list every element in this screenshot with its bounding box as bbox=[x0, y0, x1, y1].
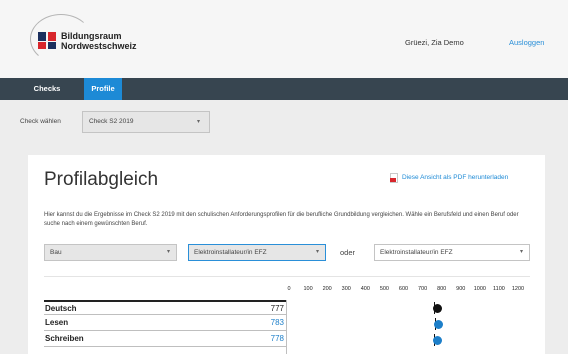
row-score: 777 bbox=[270, 304, 284, 313]
scale-tick-label: 1100 bbox=[492, 286, 505, 292]
row-score-link[interactable]: 783 bbox=[271, 318, 284, 327]
chevron-down-icon: ▾ bbox=[316, 249, 320, 255]
scale-tick-label: 1200 bbox=[511, 286, 525, 292]
top-header: Bildungsraum Nordwestschweiz Grüezi, Zia… bbox=[0, 0, 568, 78]
row-label: Lesen bbox=[45, 318, 69, 327]
scale-tick-label: 800 bbox=[437, 286, 447, 292]
scale-tick-label: 200 bbox=[322, 286, 332, 292]
logo-line-2: Nordwestschweiz bbox=[61, 41, 137, 51]
job-search-select[interactable]: Elektroinstallateur/in EFZ ▾ bbox=[374, 244, 530, 261]
check-select-dropdown[interactable]: Check S2 2019 ▾ bbox=[82, 111, 210, 133]
intro-text: Hier kannst du die Ergebnisse im Check S… bbox=[44, 212, 519, 227]
chevron-down-icon: ▾ bbox=[520, 249, 524, 255]
score-marker-dot[interactable] bbox=[434, 320, 444, 329]
score-marker-dot[interactable] bbox=[433, 336, 443, 345]
check-select-value: Check S2 2019 bbox=[89, 118, 134, 125]
scale-tick-label: 600 bbox=[398, 286, 409, 292]
scale-tick-label: 0 bbox=[287, 286, 291, 292]
row-score-link[interactable]: 778 bbox=[271, 334, 284, 343]
score-marker-dot[interactable] bbox=[433, 304, 443, 313]
table-row-schreiben[interactable]: Schreiben 778 bbox=[44, 332, 286, 347]
job-select-value: Elektroinstallateur/in EFZ bbox=[194, 249, 267, 256]
job-search-value: Elektroinstallateur/in EFZ bbox=[380, 249, 453, 256]
or-label: oder bbox=[340, 248, 356, 257]
check-selector-label: Check wählen bbox=[20, 118, 61, 125]
row-label: Deutsch bbox=[45, 304, 77, 313]
field-select-value: Bau bbox=[50, 249, 62, 256]
chevron-down-icon: ▾ bbox=[197, 119, 201, 125]
page-title: Profilabgleich bbox=[44, 169, 159, 190]
tab-profile[interactable]: Profile bbox=[84, 78, 122, 100]
main-nav: Checks Profile bbox=[0, 78, 568, 100]
logo-text: Bildungsraum Nordwestschweiz bbox=[61, 31, 137, 51]
scale-tick-label: 700 bbox=[417, 286, 428, 292]
scale-tick-label: 400 bbox=[360, 286, 370, 292]
user-greeting: Grüezi, Zia Demo bbox=[405, 38, 464, 47]
chevron-down-icon: ▾ bbox=[167, 249, 171, 255]
profile-comparison-card: Profilabgleich Diese Ansicht als PDF her… bbox=[28, 155, 545, 354]
bildungsraum-logo[interactable]: Bildungsraum Nordwestschweiz bbox=[30, 14, 160, 64]
row-label: Schreiben bbox=[45, 334, 84, 343]
scale-tick-label: 300 bbox=[341, 286, 351, 292]
divider bbox=[44, 276, 530, 277]
table-row-lesen[interactable]: Lesen 783 bbox=[44, 316, 286, 331]
logout-link[interactable]: Ausloggen bbox=[509, 38, 544, 47]
logo-line-1: Bildungsraum bbox=[61, 31, 122, 41]
pdf-download-label: Diese Ansicht als PDF herunterladen bbox=[402, 174, 509, 181]
field-select[interactable]: Bau ▾ bbox=[44, 244, 177, 261]
pdf-icon bbox=[390, 173, 398, 183]
chart-axis-line bbox=[286, 300, 287, 354]
job-select[interactable]: Elektroinstallateur/in EFZ ▾ bbox=[188, 244, 326, 261]
scale-tick-label: 500 bbox=[379, 286, 389, 292]
scale-tick-label: 1000 bbox=[473, 286, 486, 292]
table-row-deutsch: Deutsch 777 bbox=[44, 300, 286, 315]
scale-tick-label: 100 bbox=[303, 286, 313, 292]
logo-mark-icon bbox=[38, 32, 58, 50]
tab-checks[interactable]: Checks bbox=[30, 78, 64, 100]
scale-tick-label: 900 bbox=[456, 286, 466, 292]
